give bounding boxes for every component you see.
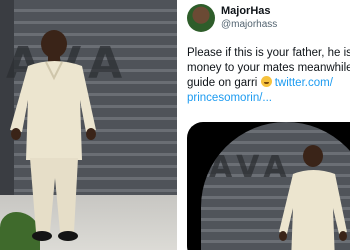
attached-man-figure xyxy=(279,145,347,250)
tweet-attached-photo[interactable]: AVA xyxy=(187,122,350,250)
grinning-sweat-emoji-icon xyxy=(260,76,272,87)
man-figure xyxy=(10,30,96,241)
tweet-link-part-2[interactable]: princesomorin/... xyxy=(187,91,350,106)
tweet-link-part-1[interactable]: twitter.com/ xyxy=(275,77,333,89)
tweet-line-3-text: guide on garri xyxy=(187,77,258,89)
tweet-text: Please if this is your father, he is s m… xyxy=(187,46,350,106)
tweet-card[interactable]: MajorHas @majorhass Please if this is yo… xyxy=(183,0,350,250)
avatar[interactable] xyxy=(187,4,215,32)
author-handle[interactable]: @majorhass xyxy=(221,19,277,30)
man-photo-left: AVA xyxy=(0,0,177,250)
attached-photo-gate: AVA xyxy=(201,122,350,250)
tweet-line-2: money to your mates meanwhile y xyxy=(187,62,350,74)
tweet-line-3: guide on garri twitter.com/ xyxy=(187,76,350,91)
tweet-line-1: Please if this is your father, he is s xyxy=(187,47,350,59)
author-name[interactable]: MajorHas xyxy=(221,5,271,17)
